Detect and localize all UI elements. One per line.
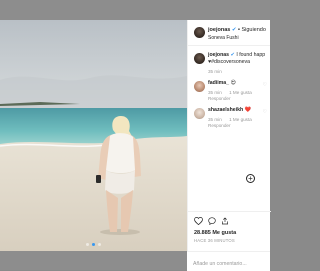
comment-meta: 35 min: [208, 69, 271, 74]
avatar[interactable]: [194, 27, 205, 38]
comment-likes[interactable]: 1 Me gusta: [229, 90, 252, 95]
separator: •: [237, 27, 240, 33]
comment-text: 😍: [230, 80, 236, 86]
carousel-dot[interactable]: [98, 243, 101, 246]
verified-badge-icon: ✔: [230, 52, 235, 58]
beach-photo-graphic: [0, 20, 187, 251]
carousel-indicator: [0, 243, 187, 246]
add-comment-input[interactable]: [193, 261, 269, 267]
verified-badge-icon: ✔: [231, 27, 237, 33]
avatar[interactable]: [194, 108, 205, 119]
comment-time[interactable]: 35 min: [208, 90, 222, 95]
comment-time[interactable]: 35 min: [208, 69, 222, 74]
post-side-panel: joejonas ✔ • Siguiendo Soneva Fushi joej…: [187, 20, 271, 251]
post-header: joejonas ✔ • Siguiendo Soneva Fushi: [188, 20, 270, 46]
list-item: fadiima_ 😍 ♡ 35 min 1 Me gusta Responder: [188, 80, 271, 101]
avatar[interactable]: [194, 53, 205, 64]
comment-meta: 35 min 1 Me gusta: [208, 117, 271, 122]
reply-button[interactable]: Responder: [208, 96, 271, 101]
comment-text: I found happ: [236, 52, 266, 58]
username-link[interactable]: joejonas: [208, 27, 230, 33]
comment-username[interactable]: shazaelsheikh: [208, 107, 243, 113]
comment-likes[interactable]: 1 Me gusta: [229, 117, 252, 122]
avatar[interactable]: [194, 81, 205, 92]
post-photo[interactable]: [0, 20, 187, 251]
post-modal: joejonas ✔ • Siguiendo Soneva Fushi joej…: [0, 20, 271, 271]
comment-like-heart-icon[interactable]: ♡: [263, 109, 267, 115]
comment-meta: 35 min 1 Me gusta: [208, 90, 271, 95]
likes-count[interactable]: 28.885 Me gusta: [194, 230, 236, 236]
share-icon[interactable]: [221, 217, 229, 225]
caption-comment: joejonas ✔ I found happ ♥#discoversoneva…: [188, 52, 271, 74]
comments-list[interactable]: joejonas ✔ I found happ ♥#discoversoneva…: [188, 46, 271, 211]
following-button[interactable]: Siguiendo: [241, 27, 265, 33]
heart-icon[interactable]: [194, 217, 203, 225]
add-comment-bar: [187, 251, 270, 271]
comment-icon[interactable]: [208, 217, 216, 225]
post-actions: 28.885 Me gusta HACE 36 MINUTOS: [188, 211, 271, 251]
comment-text: ❤️: [244, 107, 252, 113]
comment-text-hashtag[interactable]: ♥#discoversoneva: [208, 59, 271, 66]
header-user-line: joejonas ✔ • Siguiendo: [208, 27, 266, 33]
reply-button[interactable]: Responder: [208, 123, 271, 128]
comment-username[interactable]: fadiima_: [208, 80, 229, 86]
post-timestamp[interactable]: HACE 36 MINUTOS: [194, 238, 235, 243]
load-more-comments-button[interactable]: +: [246, 174, 255, 183]
comment-username[interactable]: joejonas: [208, 52, 229, 58]
comment-time[interactable]: 35 min: [208, 117, 222, 122]
carousel-dot[interactable]: [86, 243, 89, 246]
carousel-dot-active[interactable]: [92, 243, 95, 246]
location-link[interactable]: Soneva Fushi: [208, 35, 239, 41]
comment-like-heart-icon[interactable]: ♡: [263, 82, 267, 88]
list-item: shazaelsheikh ❤️ ♡ 35 min 1 Me gusta Res…: [188, 107, 271, 128]
